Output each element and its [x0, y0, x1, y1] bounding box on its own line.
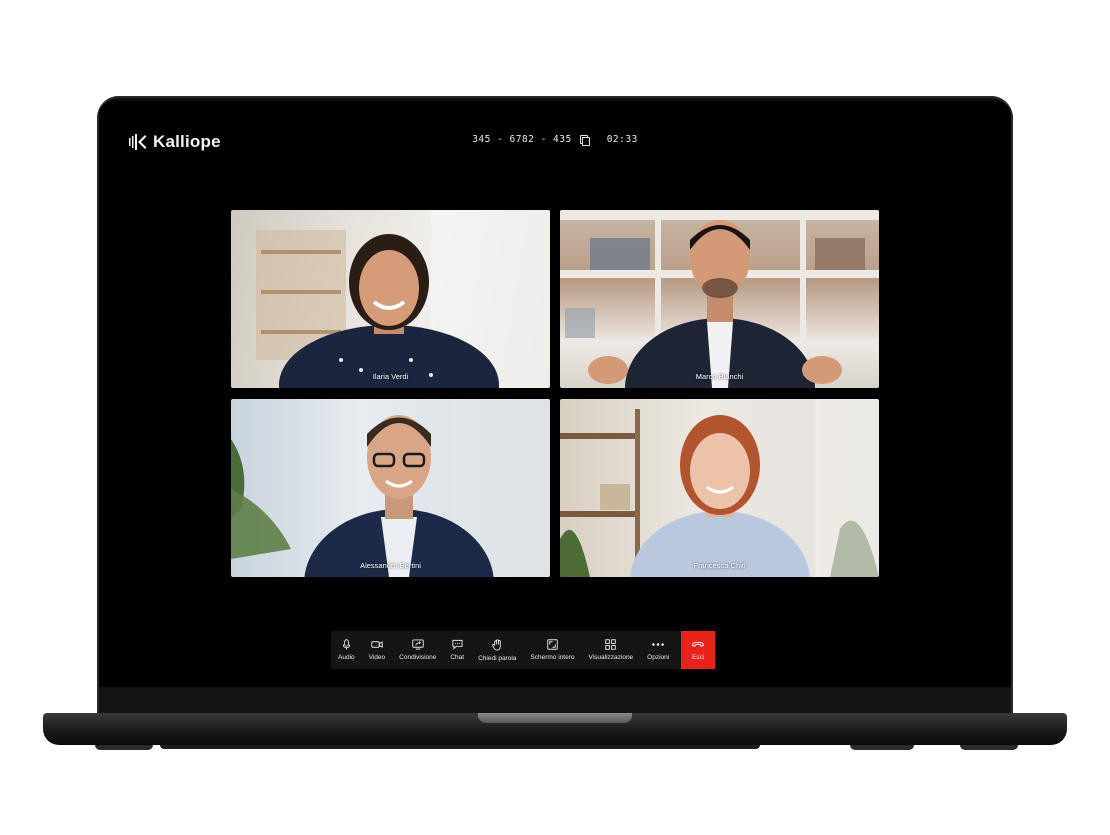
options-label: Opzioni	[647, 654, 670, 661]
camera-icon	[371, 641, 383, 648]
participant-name: Ilaria Verdi	[372, 372, 409, 381]
chat-button[interactable]: Chat	[443, 631, 471, 669]
grid-view-icon	[605, 639, 617, 650]
video-label: Video	[368, 654, 386, 661]
participant-name: Marco Bianchi	[695, 372, 744, 381]
view-layout-button[interactable]: Visualizzazione	[581, 631, 640, 669]
laptop-foot	[850, 745, 914, 750]
meeting-code: 345 - 6782 - 435	[472, 134, 572, 145]
meeting-timer: 02:33	[606, 134, 638, 145]
participant-video	[560, 210, 879, 388]
fullscreen-label: Schermo intero	[530, 654, 575, 661]
share-screen-button[interactable]: Condivisione	[392, 631, 443, 669]
video-tile[interactable]: Marco Bianchi	[560, 210, 879, 388]
video-tile[interactable]: Alessandro Bertini	[231, 399, 550, 577]
more-options-icon	[652, 643, 665, 646]
laptop-foot	[95, 745, 153, 750]
audio-label: Audio	[338, 654, 355, 661]
audio-button[interactable]: Audio	[331, 631, 362, 669]
video-button[interactable]: Video	[362, 631, 393, 669]
video-tile[interactable]: Francesca Chiti	[560, 399, 879, 577]
laptop-foot	[960, 745, 1018, 750]
participant-video	[231, 399, 550, 577]
laptop-foot	[160, 745, 760, 749]
laptop-mockup: Kalliope 345 - 6782 - 435 02:33 Ilaria V…	[0, 0, 1110, 835]
video-tile[interactable]: Ilaria Verdi	[231, 210, 550, 388]
participant-name: Francesca Chiti	[693, 561, 746, 570]
options-button[interactable]: Opzioni	[640, 631, 676, 669]
fullscreen-button[interactable]: Schermo intero	[523, 631, 581, 669]
hand-icon	[491, 638, 501, 651]
chat-icon	[452, 639, 463, 650]
chat-label: Chat	[450, 654, 465, 661]
hang-up-icon	[692, 641, 705, 647]
participant-video	[256, 210, 550, 388]
participant-video	[560, 399, 879, 577]
meeting-info: 345 - 6782 - 435 02:33	[99, 134, 1011, 146]
app-screen: Kalliope 345 - 6782 - 435 02:33 Ilaria V…	[99, 101, 1011, 687]
raise-hand-button[interactable]: Chiedi parola	[471, 631, 523, 669]
raise-hand-label: Chiedi parola	[478, 654, 517, 662]
laptop-chin	[99, 687, 1011, 713]
leave-call-button[interactable]: Esci	[681, 631, 716, 669]
leave-label: Esci	[692, 654, 705, 661]
screen-share-icon	[412, 639, 424, 650]
participant-name: Alessandro Bertini	[360, 561, 421, 570]
microphone-icon	[342, 639, 350, 650]
view-label: Visualizzazione	[588, 654, 634, 661]
share-label: Condivisione	[399, 654, 437, 661]
copy-icon[interactable]	[579, 135, 590, 146]
fullscreen-icon	[547, 639, 558, 650]
call-toolbar: Audio Video Condivisione Chat Chiedi par…	[331, 631, 716, 669]
laptop-notch	[478, 713, 632, 723]
